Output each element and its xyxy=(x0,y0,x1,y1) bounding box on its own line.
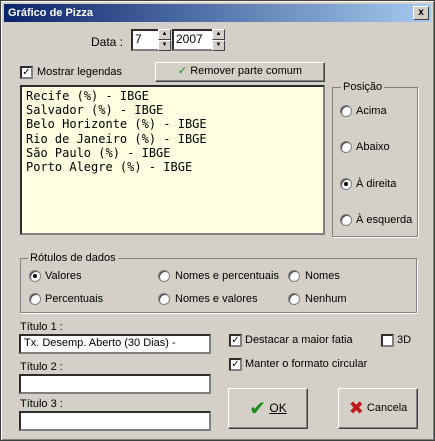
show-legends-checkbox[interactable]: ✓ xyxy=(20,66,33,79)
title-bar[interactable]: Gráfico de Pizza x xyxy=(4,4,431,22)
highlight-slice-label: Destacar a maior fatia xyxy=(245,334,353,346)
cancel-x-icon: ✖ xyxy=(348,398,364,419)
ok-label: OK xyxy=(269,401,287,415)
label-names-percent-radio[interactable] xyxy=(158,270,170,282)
legend-item[interactable]: São Paulo (%) - IBGE xyxy=(26,146,319,160)
year-spinner[interactable]: ▲ ▼ xyxy=(212,29,225,51)
label-names-percent-label: Nomes e percentuais xyxy=(175,270,279,282)
position-group-title: Posição xyxy=(341,81,385,93)
check-icon: ✓ xyxy=(177,65,188,77)
position-above-label: Acima xyxy=(356,105,387,117)
cancel-button[interactable]: ✖ Cancela xyxy=(338,388,418,429)
legend-item[interactable]: Salvador (%) - IBGE xyxy=(26,103,319,117)
year-down-icon[interactable]: ▼ xyxy=(212,40,225,51)
keep-circular-label: Manter o formato circular xyxy=(245,358,368,370)
legend-list[interactable]: Recife (%) - IBGE Salvador (%) - IBGE Be… xyxy=(20,85,325,235)
title1-input[interactable]: Tx. Desemp. Aberto (30 Dias) - xyxy=(19,334,211,354)
legend-item[interactable]: Recife (%) - IBGE xyxy=(26,89,319,103)
title1-label: Título 1 : xyxy=(20,321,63,333)
highlight-slice-checkbox[interactable]: ✓ xyxy=(229,334,242,347)
title2-input[interactable] xyxy=(19,374,211,394)
remove-common-label: Remover parte comum xyxy=(190,65,303,77)
pie-chart-dialog: Gráfico de Pizza x Data : 7 ▲ ▼ 2007 ▲ ▼… xyxy=(0,0,435,441)
legend-item[interactable]: Belo Horizonte (%) - IBGE xyxy=(26,117,319,131)
date-label: Data : xyxy=(91,35,124,49)
show-legends-label: Mostrar legendas xyxy=(37,66,122,78)
remove-common-button[interactable]: ✓ Remover parte comum xyxy=(155,62,325,82)
data-labels-group-title: Rótulos de dados xyxy=(28,252,118,264)
legend-item[interactable]: Porto Alegre (%) - IBGE xyxy=(26,160,319,174)
label-none-radio[interactable] xyxy=(288,293,300,305)
threed-checkbox[interactable] xyxy=(381,334,394,347)
position-left-radio[interactable] xyxy=(340,214,352,226)
window-title: Gráfico de Pizza xyxy=(8,7,93,19)
close-button[interactable]: x xyxy=(413,6,429,20)
ok-check-icon: ✔ xyxy=(249,397,267,420)
month-down-icon[interactable]: ▼ xyxy=(158,40,171,51)
cancel-label: Cancela xyxy=(366,402,408,414)
title3-label: Título 3 : xyxy=(20,398,63,410)
checkmark-icon: ✓ xyxy=(231,335,240,346)
close-icon: x xyxy=(418,7,424,18)
label-names-label: Nomes xyxy=(305,270,340,282)
ok-button[interactable]: ✔ OK xyxy=(228,388,308,429)
label-percent-radio[interactable] xyxy=(29,293,41,305)
label-names-values-label: Nomes e valores xyxy=(175,293,258,305)
checkmark-icon: ✓ xyxy=(22,67,31,78)
position-right-radio[interactable] xyxy=(340,178,352,190)
label-values-radio[interactable] xyxy=(29,270,41,282)
title2-label: Título 2 : xyxy=(20,361,63,373)
label-none-label: Nenhum xyxy=(305,293,347,305)
position-below-radio[interactable] xyxy=(340,141,352,153)
position-left-label: À esquerda xyxy=(356,214,413,226)
label-names-radio[interactable] xyxy=(288,270,300,282)
threed-label: 3D xyxy=(397,334,412,346)
label-percent-label: Percentuais xyxy=(45,293,104,305)
keep-circular-checkbox[interactable]: ✓ xyxy=(229,358,242,371)
position-below-label: Abaixo xyxy=(356,141,390,153)
label-values-label: Valores xyxy=(45,270,82,282)
month-spinner[interactable]: ▲ ▼ xyxy=(158,29,171,51)
position-above-radio[interactable] xyxy=(340,105,352,117)
position-right-label: À direita xyxy=(356,178,397,190)
month-up-icon[interactable]: ▲ xyxy=(158,29,171,40)
legend-item[interactable]: Rio de Janeiro (%) - IBGE xyxy=(26,132,319,146)
year-up-icon[interactable]: ▲ xyxy=(212,29,225,40)
year-field[interactable]: 2007 xyxy=(172,29,214,51)
label-names-values-radio[interactable] xyxy=(158,293,170,305)
checkmark-icon: ✓ xyxy=(231,359,240,370)
title3-input[interactable] xyxy=(19,411,211,431)
month-field[interactable]: 7 xyxy=(131,29,160,51)
